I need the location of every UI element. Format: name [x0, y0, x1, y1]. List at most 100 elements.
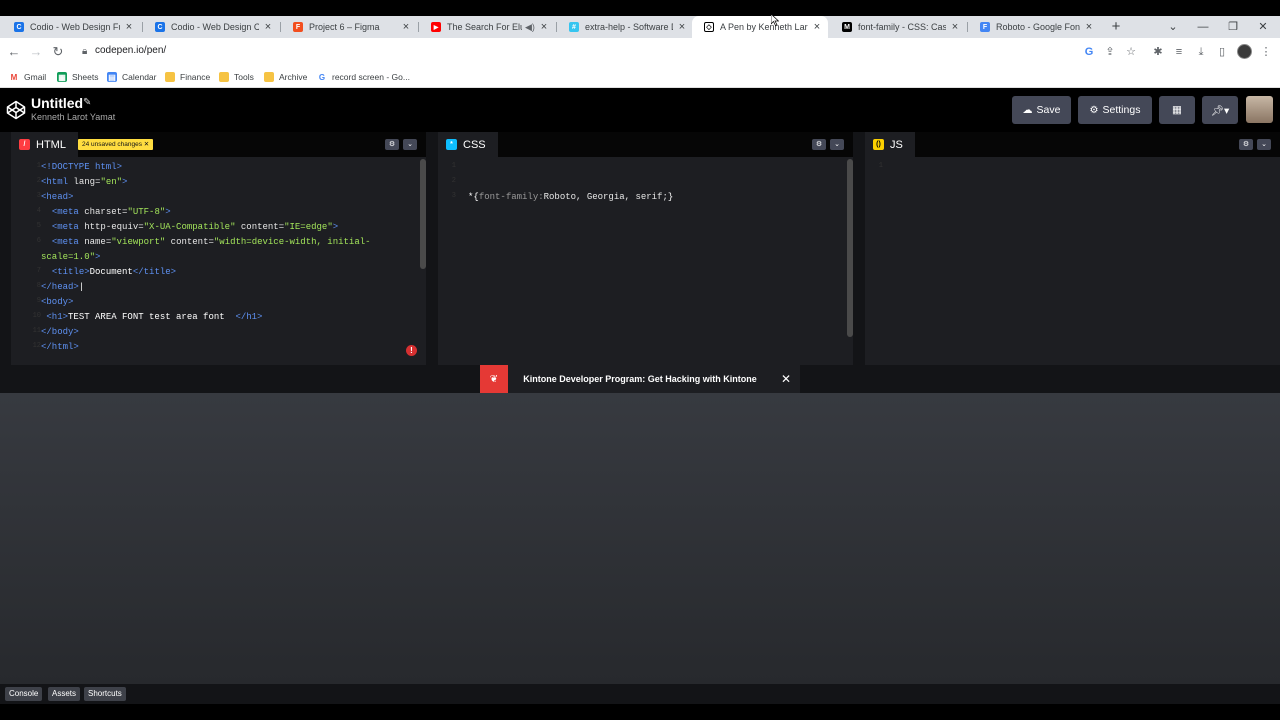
js-editor[interactable]: () JS ⚙ ⌄ 1 — [865, 132, 1280, 365]
console-button[interactable]: Console — [5, 687, 43, 701]
editor-collapse-icon[interactable]: ⌄ — [1257, 139, 1271, 150]
browser-tab-active[interactable]: ◇ A Pen by Kenneth Larot Ya × — [692, 16, 828, 38]
editor-settings-icon[interactable]: ⚙ — [812, 139, 826, 150]
tab-close-icon[interactable]: × — [677, 22, 687, 33]
editor-collapse-icon[interactable]: ⌄ — [403, 139, 417, 150]
html-editor[interactable]: / HTML 24 unsaved changes ✕ ⚙ ⌄ 1 2 3 4 … — [11, 132, 426, 365]
settings-button[interactable]: ⚙ Settings — [1078, 96, 1152, 124]
pin-menu-button[interactable]: 📌︎▾ — [1202, 96, 1238, 124]
window-close-icon[interactable]: ✕ — [1248, 16, 1278, 38]
bookmark-item[interactable]: Finance — [165, 70, 210, 84]
editor-settings-icon[interactable]: ⚙ — [1239, 139, 1253, 150]
bookmark-item[interactable]: Archive — [264, 70, 307, 84]
pin-icon: 📌︎▾ — [1210, 104, 1230, 117]
kintone-logo-icon: ❦ — [480, 365, 508, 393]
url-text[interactable]: codepen.io/pen/ — [95, 45, 166, 56]
google-lens-icon[interactable]: G — [1081, 44, 1097, 60]
browser-tab[interactable]: F Roboto - Google Fonts × — [968, 16, 1100, 38]
save-button[interactable]: ☁ Save — [1012, 96, 1071, 124]
codepen-icon: ◇ — [704, 22, 714, 32]
unsaved-changes-badge[interactable]: 24 unsaved changes ✕ — [78, 139, 154, 150]
google-icon: G — [318, 72, 326, 82]
bookmark-item[interactable]: M Gmail — [9, 70, 47, 84]
gmail-icon: M — [10, 72, 18, 82]
download-icon[interactable]: ⤓ — [1192, 43, 1210, 61]
sheets-icon: ▦ — [57, 72, 67, 82]
profile-avatar[interactable] — [1237, 44, 1252, 59]
css-scrollbar[interactable] — [847, 159, 853, 337]
assets-button[interactable]: Assets — [48, 687, 81, 701]
bookmarks-bar: M Gmail ▦ Sheets ▤ Calendar Finance Tool… — [0, 66, 1280, 88]
editors-area: / HTML 24 unsaved changes ✕ ⚙ ⌄ 1 2 3 4 … — [0, 132, 1280, 365]
editor-collapse-icon[interactable]: ⌄ — [830, 139, 844, 150]
chrome-menu-icon[interactable]: ⋮ — [1257, 43, 1275, 61]
slack-icon: # — [569, 22, 579, 32]
new-tab-button[interactable]: + — [1108, 16, 1124, 38]
browser-tab-strip: C Codio - Web Design Fund × C Codio - We… — [0, 16, 1280, 38]
browser-tab[interactable]: C Codio - Web Design Com × — [143, 16, 279, 38]
side-panel-icon[interactable]: ▯ — [1213, 43, 1231, 61]
share-icon[interactable]: ⇪ — [1102, 44, 1118, 60]
gear-icon: ⚙ — [1089, 104, 1099, 116]
reload-icon[interactable]: ↻ — [48, 42, 68, 62]
tab-js[interactable]: () JS — [865, 132, 915, 157]
tab-css[interactable]: * CSS — [438, 132, 498, 157]
tab-close-icon[interactable]: × — [124, 22, 134, 33]
edit-pencil-icon[interactable]: ✎ — [83, 97, 91, 108]
js-editor-bar — [865, 132, 1280, 157]
extensions-icon[interactable]: ✱ — [1149, 43, 1167, 61]
tab-html[interactable]: / HTML — [11, 132, 78, 157]
codepen-footer: Console Assets Shortcuts — [0, 684, 1280, 704]
bookmark-item[interactable]: G record screen - Go... — [317, 70, 410, 84]
codio-icon: C — [155, 22, 165, 32]
css-lang-icon: * — [446, 139, 457, 150]
folder-icon — [165, 72, 175, 82]
bookmark-item[interactable]: Tools — [219, 70, 254, 84]
css-editor-bar — [438, 132, 853, 157]
codepen-logo-icon[interactable] — [6, 100, 26, 120]
minimize-icon[interactable]: — — [1188, 16, 1218, 38]
speaker-icon[interactable]: ◀) — [525, 22, 535, 33]
preview-pane[interactable] — [0, 393, 1280, 684]
browser-tab[interactable]: M font-family - CSS: Cascadi × — [830, 16, 966, 38]
tab-close-icon[interactable]: × — [1084, 22, 1094, 33]
browser-tab[interactable]: # extra-help - Software Dev × — [557, 16, 693, 38]
css-code[interactable]: *{font-family:Roboto, Georgia, serif;} — [468, 190, 673, 205]
editor-settings-icon[interactable]: ⚙ — [385, 139, 399, 150]
folder-icon — [264, 72, 274, 82]
reading-list-icon[interactable]: ≡ — [1170, 43, 1188, 61]
forward-icon[interactable]: → — [26, 42, 46, 62]
tab-close-icon[interactable]: × — [401, 22, 411, 33]
layout-grid-icon: ▦ — [1172, 104, 1182, 116]
codio-icon: C — [14, 22, 24, 32]
close-icon[interactable]: ✕ — [772, 372, 800, 386]
layout-button[interactable]: ▦ — [1159, 96, 1195, 124]
css-editor[interactable]: * CSS ⚙ ⌄ 1 2 3 *{font-family:Roboto, Ge… — [438, 132, 853, 365]
lock-icon[interactable]: 🔒︎ — [82, 46, 87, 57]
error-icon[interactable]: ! — [406, 345, 417, 356]
html-scrollbar[interactable] — [420, 159, 426, 269]
omnibox[interactable]: 🔒︎ codepen.io/pen/ G ⇪ ☆ — [72, 41, 1142, 63]
tab-close-icon[interactable]: × — [812, 22, 822, 33]
sponsor-banner[interactable]: ❦ Kintone Developer Program: Get Hacking… — [480, 365, 800, 393]
tab-close-icon[interactable]: × — [950, 22, 960, 33]
bookmark-item[interactable]: ▦ Sheets — [57, 70, 98, 84]
html-code[interactable]: <!DOCTYPE html> <html lang="en"> <head> … — [41, 160, 371, 355]
pen-author[interactable]: Kenneth Larot Yamat — [31, 112, 115, 122]
restore-icon[interactable]: ❐ — [1218, 16, 1248, 38]
tab-close-icon[interactable]: × — [539, 22, 549, 33]
calendar-icon: ▤ — [107, 72, 117, 82]
sponsor-text[interactable]: Kintone Developer Program: Get Hacking w… — [508, 374, 772, 384]
browser-tab[interactable]: F Project 6 – Figma × — [281, 16, 417, 38]
folder-icon — [219, 72, 229, 82]
bookmark-item[interactable]: ▤ Calendar — [107, 70, 157, 84]
browser-tab[interactable]: ▶ The Search For Elusive ◀) × — [419, 16, 555, 38]
pen-title[interactable]: Untitled — [31, 95, 83, 111]
user-avatar[interactable] — [1246, 96, 1273, 123]
browser-tab[interactable]: C Codio - Web Design Fund × — [2, 16, 140, 38]
back-icon[interactable]: ← — [4, 42, 24, 62]
shortcuts-button[interactable]: Shortcuts — [84, 687, 126, 701]
bookmark-star-icon[interactable]: ☆ — [1123, 44, 1139, 60]
tab-close-icon[interactable]: × — [263, 22, 273, 33]
tab-search-icon[interactable]: ⌄ — [1158, 16, 1188, 38]
